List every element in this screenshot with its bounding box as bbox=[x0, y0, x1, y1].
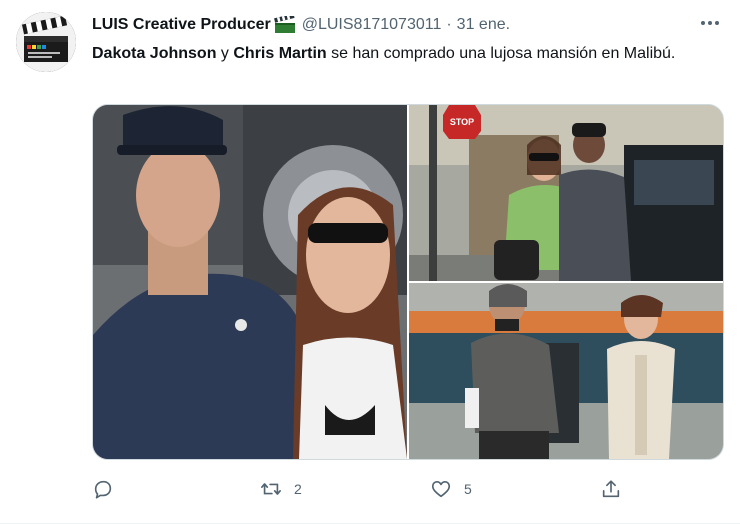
media-grid: STOP bbox=[92, 104, 724, 460]
retweet-button[interactable]: 2 bbox=[260, 474, 302, 504]
author-name[interactable]: LUIS Creative Producer bbox=[92, 16, 271, 34]
heart-icon bbox=[431, 481, 451, 498]
text-rest: se han comprado una lujosa mansión en Ma… bbox=[326, 45, 676, 62]
clapperboard-avatar-image bbox=[16, 12, 76, 72]
photo-couple-closeup[interactable] bbox=[93, 105, 407, 459]
share-icon bbox=[602, 480, 620, 498]
tweet-actions: 2 5 bbox=[92, 474, 724, 504]
share-button[interactable] bbox=[600, 474, 634, 504]
tweet-header: LUIS Creative Producer @LUIS8171073011 ·… bbox=[92, 13, 724, 36]
avatar[interactable] bbox=[16, 12, 76, 72]
more-horizontal-icon bbox=[701, 21, 719, 25]
clapperboard-emoji-icon bbox=[273, 13, 296, 34]
like-count: 5 bbox=[464, 481, 472, 497]
retweet-icon bbox=[261, 483, 281, 495]
retweet-count: 2 bbox=[294, 481, 302, 497]
photo-couple-walking[interactable] bbox=[409, 283, 723, 459]
reply-icon bbox=[94, 480, 112, 499]
tweet-text: Dakota Johnson y Chris Martin se han com… bbox=[92, 41, 712, 66]
stop-sign-text: STOP bbox=[450, 117, 474, 127]
more-options-button[interactable] bbox=[698, 12, 722, 34]
mention-chris: Chris Martin bbox=[233, 45, 327, 62]
text-conjunction: y bbox=[216, 45, 234, 62]
author-handle[interactable]: @LUIS8171073011 bbox=[302, 16, 442, 34]
header-separator: · bbox=[446, 16, 452, 33]
mention-dakota: Dakota Johnson bbox=[92, 45, 217, 62]
like-button[interactable]: 5 bbox=[430, 474, 472, 504]
reply-button[interactable] bbox=[92, 474, 126, 504]
tweet-date[interactable]: 31 ene. bbox=[457, 16, 510, 34]
photo-couple-street[interactable]: STOP bbox=[409, 105, 723, 281]
